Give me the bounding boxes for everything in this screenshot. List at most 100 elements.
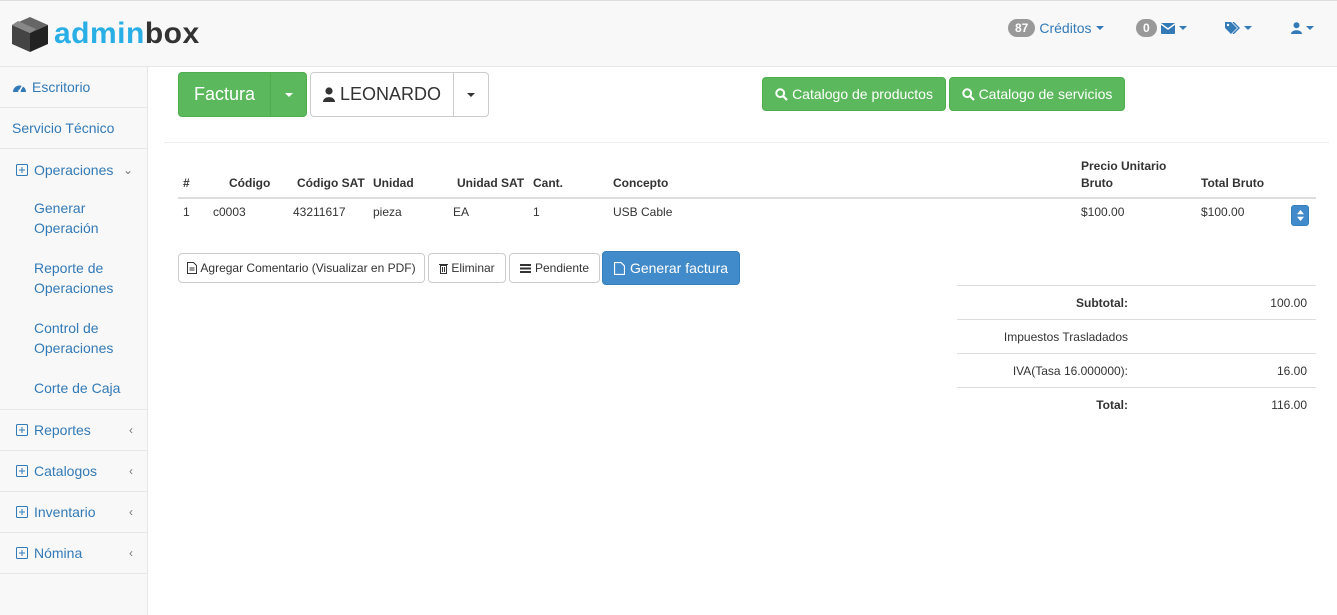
totals-value: 16.00 <box>1276 364 1307 378</box>
catalog-services-label: Catalogo de servicios <box>978 86 1113 102</box>
table-header: Unidad <box>373 176 414 190</box>
table-header: Código <box>229 176 271 190</box>
dashboard-icon <box>13 85 26 93</box>
table-header: Unidad SAT <box>457 176 525 190</box>
chevron-down-icon: ⌄ <box>122 162 133 177</box>
brand-name-part2: box <box>144 17 200 50</box>
client-button[interactable]: LEONARDO <box>310 72 454 117</box>
add-comment-label: Agregar Comentario (Visualizar en PDF) <box>200 261 416 275</box>
totals-value: 100.00 <box>1270 296 1307 310</box>
table-header-border <box>178 197 1316 199</box>
sidebar-item-catalogos[interactable]: Catalogos ‹ <box>0 451 147 492</box>
pending-label: Pendiente <box>534 261 590 275</box>
doc-type-dropdown-toggle[interactable] <box>270 72 307 117</box>
doc-type-button[interactable]: Factura <box>178 72 271 117</box>
chevron-left-icon: ‹ <box>129 423 133 437</box>
trash-icon <box>439 263 449 274</box>
search-icon <box>961 87 975 101</box>
client-dropdown-toggle[interactable] <box>453 72 489 117</box>
caret-down-icon <box>1095 26 1104 30</box>
totals-row-total: Total: 116.00 <box>957 387 1316 421</box>
sidebar-item-label: Servicio Técnico <box>12 120 115 136</box>
table-header: Bruto <box>1081 176 1113 190</box>
plus-square-icon <box>16 547 28 559</box>
sidebar-item-servicio-tecnico[interactable]: Servicio Técnico <box>0 108 147 149</box>
sidebar-item-nomina[interactable]: Nómina ‹ <box>0 533 147 574</box>
top-navbar: adminbox 87 Créditos 0 <box>0 0 1337 67</box>
chevron-left-icon: ‹ <box>129 505 133 519</box>
brand-logo[interactable]: adminbox <box>10 15 200 53</box>
catalog-products-button[interactable]: Catalogo de productos <box>762 77 946 111</box>
brand-name-part1: admin <box>54 17 145 50</box>
sidebar-item-reportes[interactable]: Reportes ‹ <box>0 410 147 451</box>
sidebar-item-operaciones[interactable]: Operaciones ⌄ <box>0 149 147 190</box>
delete-button[interactable]: Eliminar <box>428 253 506 283</box>
table-header: Precio Unitario <box>1081 159 1167 173</box>
caret-down-icon <box>1306 26 1314 30</box>
table-header: Cant. <box>533 176 563 190</box>
sidebar-item-inventario[interactable]: Inventario ‹ <box>0 492 147 533</box>
caret-down-icon <box>1244 26 1252 30</box>
section-divider <box>164 142 1329 143</box>
totals-label: Subtotal: <box>1076 296 1128 310</box>
generate-invoice-button[interactable]: Generar factura <box>602 251 740 285</box>
plus-square-icon <box>16 163 28 176</box>
table-cell: $100.00 <box>1201 205 1245 219</box>
sidebar-item-label: Nómina <box>34 545 83 561</box>
messages-dropdown[interactable]: 0 <box>1136 18 1187 38</box>
sidebar-item-label: Inventario <box>34 504 96 520</box>
table-header: Concepto <box>613 176 669 190</box>
chevron-left-icon: ‹ <box>129 464 133 478</box>
messages-badge: 0 <box>1136 19 1157 37</box>
subitem-line: Operaciones <box>34 340 114 356</box>
sidebar-item-label: Reportes <box>34 422 91 438</box>
chevron-left-icon: ‹ <box>129 546 133 560</box>
subitem-line: Reporte de <box>34 260 104 276</box>
file-icon <box>613 261 625 275</box>
pending-button[interactable]: Pendiente <box>509 253 600 283</box>
table-cell: EA <box>453 205 470 219</box>
subitem-line: Operaciones <box>34 280 114 296</box>
list-icon <box>519 263 531 273</box>
sidebar-subitem-corte-caja[interactable]: Corte de Caja <box>34 378 120 398</box>
totals-row-taxes: Impuestos Trasladados <box>957 319 1316 353</box>
totals-label: Total: <box>1096 398 1128 412</box>
box-logo-icon <box>12 17 48 52</box>
credits-dropdown[interactable]: 87 Créditos <box>1008 18 1104 38</box>
tags-dropdown[interactable] <box>1225 18 1252 38</box>
caret-down-icon <box>1178 26 1187 30</box>
credits-badge: 87 <box>1008 19 1036 37</box>
catalog-services-button[interactable]: Catalogo de servicios <box>949 77 1125 111</box>
row-sort-button[interactable] <box>1291 205 1309 226</box>
totals-label: Impuestos Trasladados <box>1003 330 1128 344</box>
table-cell: 1 <box>533 205 540 219</box>
sidebar-subitem-control-operaciones[interactable]: Control de Operaciones <box>34 318 113 358</box>
doc-type-label: Factura <box>193 84 256 104</box>
table-header: # <box>183 176 190 190</box>
table-header: Código SAT <box>297 176 365 190</box>
envelope-icon <box>1160 22 1175 34</box>
plus-square-icon <box>16 465 28 477</box>
sidebar-item-escritorio[interactable]: Escritorio <box>0 67 147 108</box>
user-dropdown[interactable] <box>1291 18 1314 38</box>
caret-down-icon <box>467 92 475 97</box>
generate-invoice-label: Generar factura <box>629 260 729 276</box>
credits-label: Créditos <box>1039 20 1092 36</box>
subitem-line: Control de <box>34 320 99 336</box>
subitem-line: Generar <box>34 200 86 216</box>
client-name: LEONARDO <box>339 84 442 104</box>
user-icon <box>1291 22 1302 34</box>
totals-value: 116.00 <box>1271 398 1307 412</box>
sidebar-item-label: Operaciones <box>34 161 114 178</box>
catalog-products-label: Catalogo de productos <box>792 86 933 102</box>
sidebar-item-label: Escritorio <box>32 79 91 95</box>
table-cell: pieza <box>373 205 402 219</box>
add-comment-button[interactable]: Agregar Comentario (Visualizar en PDF) <box>178 253 425 283</box>
table-cell: 1 <box>183 205 190 219</box>
sidebar-subitem-reporte-operaciones[interactable]: Reporte de Operaciones <box>34 258 113 298</box>
subitem-line: Corte de Caja <box>34 380 121 396</box>
table-cell: USB Cable <box>613 205 673 219</box>
sidebar-subitem-generar-operacion[interactable]: Generar Operación <box>34 198 99 238</box>
delete-label: Eliminar <box>451 261 495 275</box>
table-cell: $100.00 <box>1081 205 1125 219</box>
